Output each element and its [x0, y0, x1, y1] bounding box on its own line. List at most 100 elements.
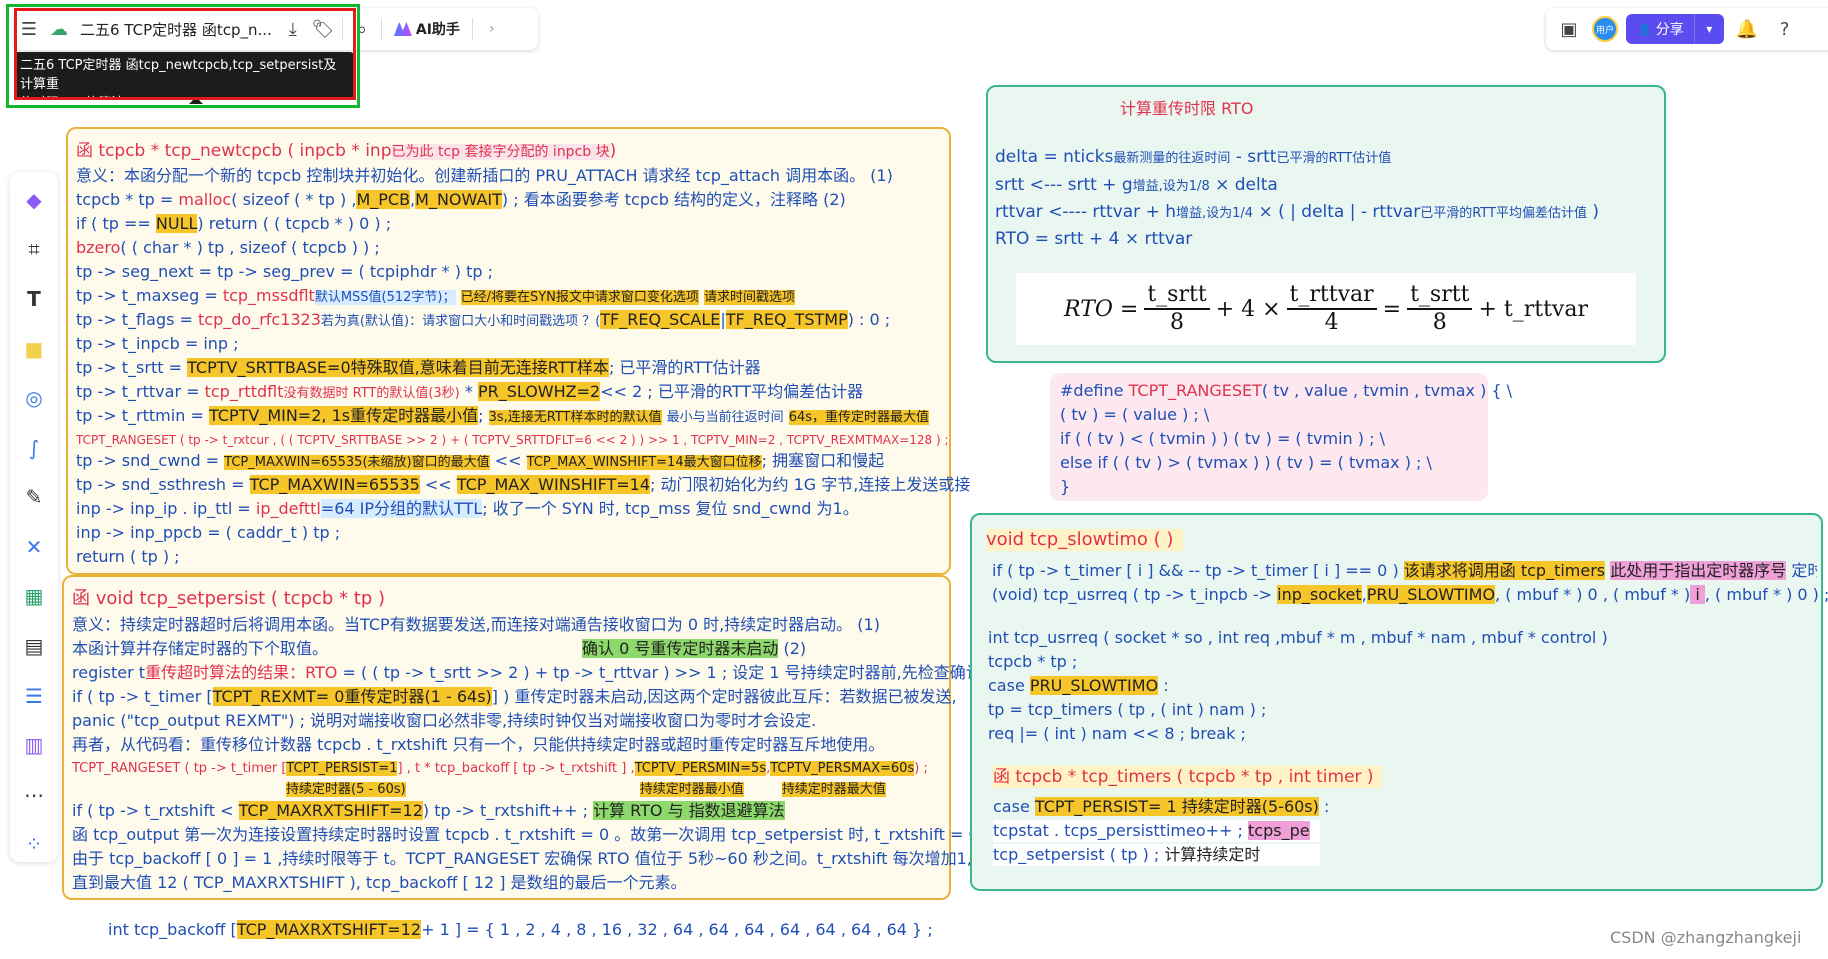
card1-line: tp -> t_maxseg = tcp_mssdflt默认MSS值(512字节… [76, 286, 796, 305]
user-icon: 👤 [1638, 22, 1652, 36]
card5-line: tcpcb * tp ; [988, 652, 1078, 671]
sticky-note-icon[interactable]: ■ [18, 331, 50, 367]
card1-line: tp -> t_rttmin = TCPTV_MIN=2, 1s重传定时器最小值… [76, 406, 930, 425]
card1-line: inp -> inp_ppcb = ( caddr_t ) tp ; [76, 523, 341, 542]
card2-line: 意义：持续定时器超时后将调用本函。当TCP有数据要发送,而连接对端通告接收窗口为… [72, 615, 880, 634]
card3-line: rttvar <---- rttvar + h增益,设为1/4 × ( | de… [995, 202, 1599, 222]
shapes-icon[interactable]: ◎ [18, 380, 50, 416]
title-tooltip: 二五6 TCP定时器 函tcp_newtcpcb,tcp_setpersist及… [14, 52, 354, 111]
card2-line: if ( tp -> t_rxtshift < TCP_MAXRXTSHIFT=… [72, 801, 785, 820]
tooltip-line: 传时限RTO的算法 [20, 96, 125, 111]
card3-title: 计算重传时限 RTO [1120, 99, 1254, 118]
card2-title: 函 void tcp_setpersist ( tcpcb * tp ) [72, 588, 385, 609]
right-toolbar: ▣ 用户 👤 分享 ▾ 🔔 ? [1546, 8, 1828, 50]
card4-line: else if ( ( tv ) > ( tvmax ) ) ( tv ) = … [1060, 453, 1432, 472]
card5-line: req |= ( int ) nam << 8 ; break ; [988, 724, 1246, 743]
table-icon[interactable]: ▦ [18, 579, 50, 615]
card2-line: panic ("tcp_output REXMT") ; 说明对端接收窗口必然非… [72, 711, 817, 730]
card1-line: tcpcb * tp = malloc( sizeof ( * tp ) ,M_… [76, 190, 846, 209]
card2-line: 本函计算并存储定时器的下个取值。 确认 0 号重传定时器未启动 (2) [72, 639, 807, 658]
formula-op: = [1382, 296, 1402, 322]
card4-line: ( tv ) = ( value ) ; \ [1060, 405, 1210, 424]
card1-line: tp -> t_flags = tcp_do_rfc1323若为真(默认值)：请… [76, 310, 891, 329]
apps-icon[interactable]: ⁘ [18, 827, 50, 863]
card4-line: if ( ( tv ) < ( tvmin ) ) ( tv ) = ( tvm… [1060, 429, 1385, 448]
ai-assistant-label: AI助手 [415, 22, 460, 38]
document-title[interactable]: 二五6 TCP定时器 函tcp_n... [74, 15, 278, 43]
card1-line: tp -> t_inpcb = inp ; [76, 334, 239, 353]
card1-line: tp -> snd_ssthresh = TCP_MAXWIN=65535 <<… [76, 475, 971, 494]
top-toolbar: ☰ ☁ 二五6 TCP定时器 函tcp_n... ⤓ 🏷 ⌕ AI助手 › [14, 8, 538, 50]
card1-line: if ( tp == NULL) return ( ( tcpcb * ) 0 … [76, 214, 392, 233]
card2-line: 再者，从代码看：重传移位计数器 tcpcb . t_rxtshift 只有一个，… [72, 735, 885, 754]
card3-line: RTO = srtt + 4 × rttvar [995, 229, 1193, 249]
list-icon[interactable]: ☰ [18, 678, 50, 714]
frame-icon[interactable]: ⌗ [18, 232, 50, 268]
fraction: t_rttvar 4 [1286, 282, 1377, 336]
card2-line: 函 tcp_output 第一次为连接设置持续定时器时设置 tcpcb . t_… [72, 825, 995, 844]
card2-line: if ( tp -> t_timer [TCPT_REXMT= 0重传定时器(1… [72, 687, 957, 706]
chevron-right-icon[interactable]: › [477, 14, 507, 44]
toolbox-icon[interactable]: ▣ [1554, 14, 1584, 44]
kanban-icon[interactable]: ▥ [18, 727, 50, 763]
card2-line: 直到最大值 12 ( TCP_MAXRXTSHIFT ), tcp_backof… [72, 873, 687, 892]
share-label: 分享 [1655, 22, 1684, 38]
card1-line: TCPT_RANGESET ( tp -> t_rxtcur , ( ( TCP… [76, 433, 949, 447]
divider [471, 18, 473, 40]
left-toolbar: ◆ ⌗ T ■ ◎ ∫ ✎ ✕ ▦ ▤ ☰ ▥ ⋯ ⁘ [10, 172, 58, 862]
card1-line: tp -> snd_cwnd = TCP_MAXWIN=65535(未缩放)窗口… [76, 451, 885, 470]
card4-line: #define TCPT_RANGESET( tv , value , tvmi… [1060, 381, 1513, 400]
tooltip-arrow [189, 97, 203, 104]
divider [341, 18, 343, 40]
card5-line: 函 tcpcb * tcp_timers ( tcpcb * tp , int … [993, 766, 1382, 788]
card1-line: bzero( ( char * ) tp , sizeof ( tcpcb ) … [76, 238, 380, 257]
formula-lhs: RTO = [1064, 296, 1139, 322]
card5-title: void tcp_slowtimo ( ) [986, 529, 1184, 551]
card5-line: tcp_setpersist ( tp ) ; 计算持续定时 [993, 844, 1320, 866]
bell-icon[interactable]: 🔔 [1732, 14, 1762, 44]
help-icon[interactable]: ? [1770, 14, 1800, 44]
document-icon[interactable]: ▤ [18, 628, 50, 664]
text-icon[interactable]: T [18, 281, 50, 317]
ai-assistant-button[interactable]: AI助手 [386, 19, 468, 39]
chevron-down-icon[interactable]: ▾ [1693, 14, 1724, 44]
card1-title: 函 tcpcb * tcp_newtcpcb ( inpcb * inp已为此 … [76, 141, 617, 161]
menu-icon[interactable]: ☰ [14, 14, 44, 44]
card3-line: delta = nticks最新测量的往返时间 - srtt已平滑的RTT估计值 [995, 147, 1392, 167]
templates-icon[interactable]: ◆ [18, 182, 50, 218]
fraction: t_srtt 8 [1144, 282, 1210, 336]
card1-line: return ( tp ) ; [76, 547, 180, 566]
connector-icon[interactable]: ∫ [18, 430, 50, 466]
fraction: t_srtt 8 [1407, 282, 1473, 336]
card2-line: TCPT_RANGESET ( tp -> t_timer [TCPT_PERS… [72, 761, 928, 776]
avatar[interactable]: 用户 [1592, 16, 1618, 42]
watermark: CSDN @zhangzhangkeji [1610, 928, 1802, 947]
rto-formula: RTO = t_srtt 8 + 4 × t_rttvar 4 = t_srtt 8 … [1016, 273, 1636, 345]
card1-line: inp -> inp_ip . ip_ttl = ip_defttl=64 IP… [76, 499, 859, 518]
formula-op: + 4 × [1215, 296, 1281, 322]
card2-line: register t重传超时算法的结果：RTO = ( ( tp -> t_sr… [72, 663, 982, 682]
divider [380, 18, 382, 40]
tcp-backoff-array: int tcp_backoff [TCP_MAXRXTSHIFT=12+ 1 ]… [108, 920, 933, 939]
card2-line: 持续定时器(5 - 60s) 持续定时器最小值 持续定时器最大值 [286, 782, 886, 797]
canvas: ☰ ☁ 二五6 TCP定时器 函tcp_n... ⤓ 🏷 ⌕ AI助手 › 二五… [0, 0, 1828, 959]
mindmap-icon[interactable]: ✕ [18, 529, 50, 565]
card1-line: 意义：本函分配一个新的 tcpcb 控制块并初始化。创建新插口的 PRU_ATT… [76, 166, 893, 185]
card4-line: } [1060, 477, 1071, 496]
card1-line: tp -> t_srtt = TCPTV_SRTTBASE=0特殊取值,意味着目… [76, 358, 761, 377]
tag-icon[interactable]: 🏷 [308, 14, 338, 44]
download-icon[interactable]: ⤓ [278, 14, 308, 44]
card2-line: 由于 tcp_backoff [ 0 ] = 1 ,持续时限等于 t。TCPT_… [72, 849, 972, 868]
more-icon[interactable]: ⋯ [18, 777, 50, 813]
card1-line: tp -> seg_next = tp -> seg_prev = ( tcpi… [76, 262, 493, 281]
card5-line: tcpstat . tcps_persisttimeo++ ; tcps_pe [993, 820, 1320, 842]
search-icon[interactable]: ⌕ [347, 14, 377, 44]
card5-line: int tcp_usrreq ( socket * so , int req ,… [988, 628, 1608, 647]
card5-line: case TCPT_PERSIST= 1 持续定时器(5-60s) : [993, 797, 1330, 816]
cloud-sync-icon[interactable]: ☁ [44, 14, 74, 44]
formula-op: + t_rttvar [1478, 296, 1588, 322]
card1-line: tp -> t_rttvar = tcp_rttdflt没有数据时 RTT的默认… [76, 382, 864, 401]
card5-line: if ( tp -> t_timer [ i ] && -- tp -> t_t… [992, 561, 1817, 580]
share-button[interactable]: 👤 分享 ▾ [1626, 14, 1724, 44]
pen-icon[interactable]: ✎ [18, 479, 50, 515]
